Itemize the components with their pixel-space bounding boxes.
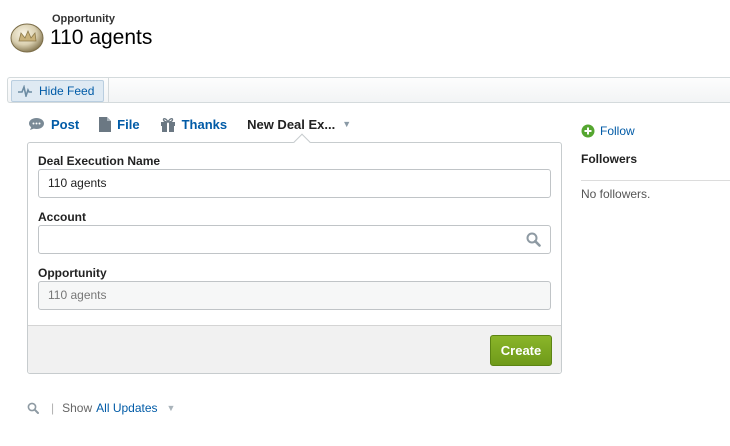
feed-search-icon[interactable] xyxy=(27,402,39,414)
account-label: Account xyxy=(38,210,86,224)
chevron-down-icon[interactable]: ▼ xyxy=(167,403,176,413)
deal-execution-name-label: Deal Execution Name xyxy=(38,154,161,168)
tab-thanks[interactable]: Thanks xyxy=(160,116,228,132)
followers-heading: Followers xyxy=(581,152,638,166)
search-icon[interactable] xyxy=(526,232,541,247)
create-button[interactable]: Create xyxy=(490,335,552,366)
publisher-panel: Deal Execution Name 110 agents Account O… xyxy=(27,133,562,374)
no-followers-text: No followers. xyxy=(581,187,651,201)
publisher-pointer xyxy=(293,133,311,151)
filter-divider: | xyxy=(51,401,55,415)
hide-feed-button[interactable]: Hide Feed xyxy=(11,80,104,102)
deal-execution-name-input[interactable]: 110 agents xyxy=(38,169,551,198)
tab-file-label: File xyxy=(117,116,140,132)
account-lookup-input[interactable] xyxy=(38,225,551,254)
add-circle-icon xyxy=(581,124,595,138)
follow-button[interactable]: Follow xyxy=(581,124,635,138)
tab-file[interactable]: File xyxy=(99,116,140,132)
followers-divider xyxy=(581,180,730,181)
show-label: Show xyxy=(62,401,93,415)
tab-post[interactable]: Post xyxy=(28,117,79,132)
chat-bubble-icon xyxy=(29,118,44,130)
publisher-tabs: Post File Thanks New Deal Ex... ▼ xyxy=(28,114,371,134)
hide-feed-label: Hide Feed xyxy=(39,84,95,98)
file-icon xyxy=(99,116,112,132)
tab-new-deal-execution[interactable]: New Deal Ex... ▼ xyxy=(247,117,351,132)
opportunity-field: 110 agents xyxy=(38,281,551,310)
gift-icon xyxy=(160,117,175,132)
toolbar-divider xyxy=(108,78,109,102)
feed-filter: | Show All Updates ▼ xyxy=(27,401,175,415)
feed-pulse-icon xyxy=(18,85,32,97)
follow-label: Follow xyxy=(600,124,635,138)
opportunity-crown-icon xyxy=(10,23,44,53)
record-header: Opportunity 110 agents xyxy=(10,12,152,54)
tab-new-deal-label: New Deal Ex... xyxy=(247,116,336,132)
publisher-footer: Create xyxy=(28,325,561,373)
record-type-label: Opportunity xyxy=(52,13,115,25)
feed-toolbar: Hide Feed xyxy=(7,77,730,103)
tab-thanks-label: Thanks xyxy=(181,116,228,132)
chevron-down-icon: ▼ xyxy=(342,119,352,129)
feed-filter-dropdown[interactable]: All Updates xyxy=(96,401,157,415)
page-title: 110 agents xyxy=(50,26,153,49)
tab-post-label: Post xyxy=(51,116,80,132)
opportunity-label: Opportunity xyxy=(38,266,107,280)
